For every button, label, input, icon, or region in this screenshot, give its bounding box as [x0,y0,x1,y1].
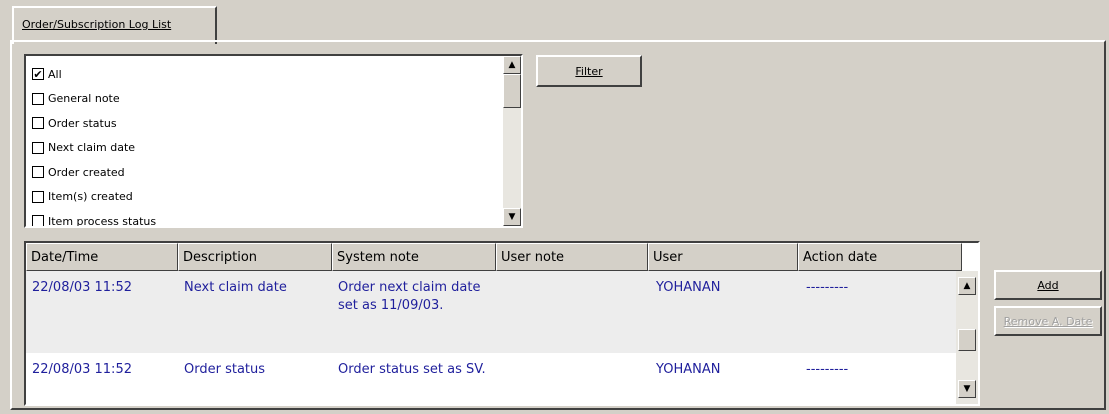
add-button-label: Add [1037,278,1059,292]
filter-item-label: Order status [48,116,117,130]
cell-system-note: Order next claim date set as 11/09/03. [338,280,481,313]
filter-item-general-note[interactable]: General note [32,87,502,112]
column-header-label: System note [337,250,419,265]
scroll-up-arrow-icon[interactable]: ▲ [503,56,521,74]
filter-item-next-claim-date[interactable]: Next claim date [32,136,502,161]
column-header-label: Action date [803,250,878,265]
remove-action-date-button[interactable]: Remove A. Date [994,306,1102,336]
cell-action-date: --------- [806,362,849,377]
filter-list-scrollbar[interactable]: ▲ ▼ [503,56,521,226]
grid-body: 22/08/03 11:52 Next claim date Order nex… [26,271,960,404]
column-header-label: Description [183,250,258,265]
checkbox-general-note[interactable] [32,92,44,105]
column-header-user-note[interactable]: User note [496,243,648,271]
filter-item-label: All [48,67,62,81]
filter-item-items-created[interactable]: Item(s) created [32,185,502,210]
table-row[interactable]: 22/08/03 11:52 Order status Order status… [26,353,960,404]
column-header-label: User note [501,250,565,265]
filter-item-label: Item(s) created [48,190,133,204]
cell-description: Order status [184,362,266,377]
cell-action-date: --------- [806,280,849,295]
filter-item-label: General note [48,92,120,106]
tab-label: Order/Subscription Log List [22,18,172,31]
filter-item-order-created[interactable]: Order created [32,160,502,185]
filter-item-item-process-status[interactable]: Item process status [32,209,502,228]
grid-header: Date/Time Description System note User n… [26,243,978,271]
filter-item-all[interactable]: ✔ All [32,62,502,87]
filter-button[interactable]: Filter [536,55,642,87]
checkbox-item-process-status[interactable] [32,215,44,226]
cell-description: Next claim date [184,280,287,295]
cell-user: YOHANAN [656,280,721,295]
remove-action-date-button-label: Remove A. Date [1003,314,1093,328]
filter-item-label: Item process status [48,214,157,228]
column-header-user[interactable]: User [648,243,798,271]
tab-order-subscription-log-list[interactable]: Order/Subscription Log List [12,6,217,44]
cell-system-note: Order status set as SV. [338,362,486,377]
column-header-label: Date/Time [31,250,99,265]
cell-datetime: 22/08/03 11:52 [32,280,132,295]
filter-item-order-status[interactable]: Order status [32,111,502,136]
log-grid[interactable]: Date/Time Description System note User n… [24,241,980,406]
column-header-action-date[interactable]: Action date [798,243,962,271]
filter-button-label: Filter [575,64,603,78]
filter-item-label: Order created [48,165,125,179]
column-header-datetime[interactable]: Date/Time [26,243,178,271]
checkbox-items-created[interactable] [32,190,44,203]
column-header-label: User [653,250,683,265]
add-button[interactable]: Add [994,270,1102,300]
filter-item-label: Next claim date [48,141,136,155]
filter-checklist[interactable]: ✔ All General note Order status Next cla… [24,54,523,228]
grid-scrollbar[interactable]: ▲ ▼ [956,271,978,404]
scroll-down-arrow-icon[interactable]: ▼ [958,380,976,398]
cell-datetime: 22/08/03 11:52 [32,362,132,377]
scroll-thumb[interactable] [503,74,521,108]
checkbox-order-status[interactable] [32,117,44,130]
table-row[interactable]: 22/08/03 11:52 Next claim date Order nex… [26,271,960,353]
scroll-thumb[interactable] [958,329,976,351]
column-header-description[interactable]: Description [178,243,332,271]
checkbox-next-claim-date[interactable] [32,141,44,154]
cell-user: YOHANAN [656,362,721,377]
scroll-down-arrow-icon[interactable]: ▼ [503,208,521,226]
checkbox-order-created[interactable] [32,166,44,179]
column-header-system-note[interactable]: System note [332,243,496,271]
scroll-up-arrow-icon[interactable]: ▲ [958,277,976,295]
checkbox-all[interactable]: ✔ [32,68,44,81]
